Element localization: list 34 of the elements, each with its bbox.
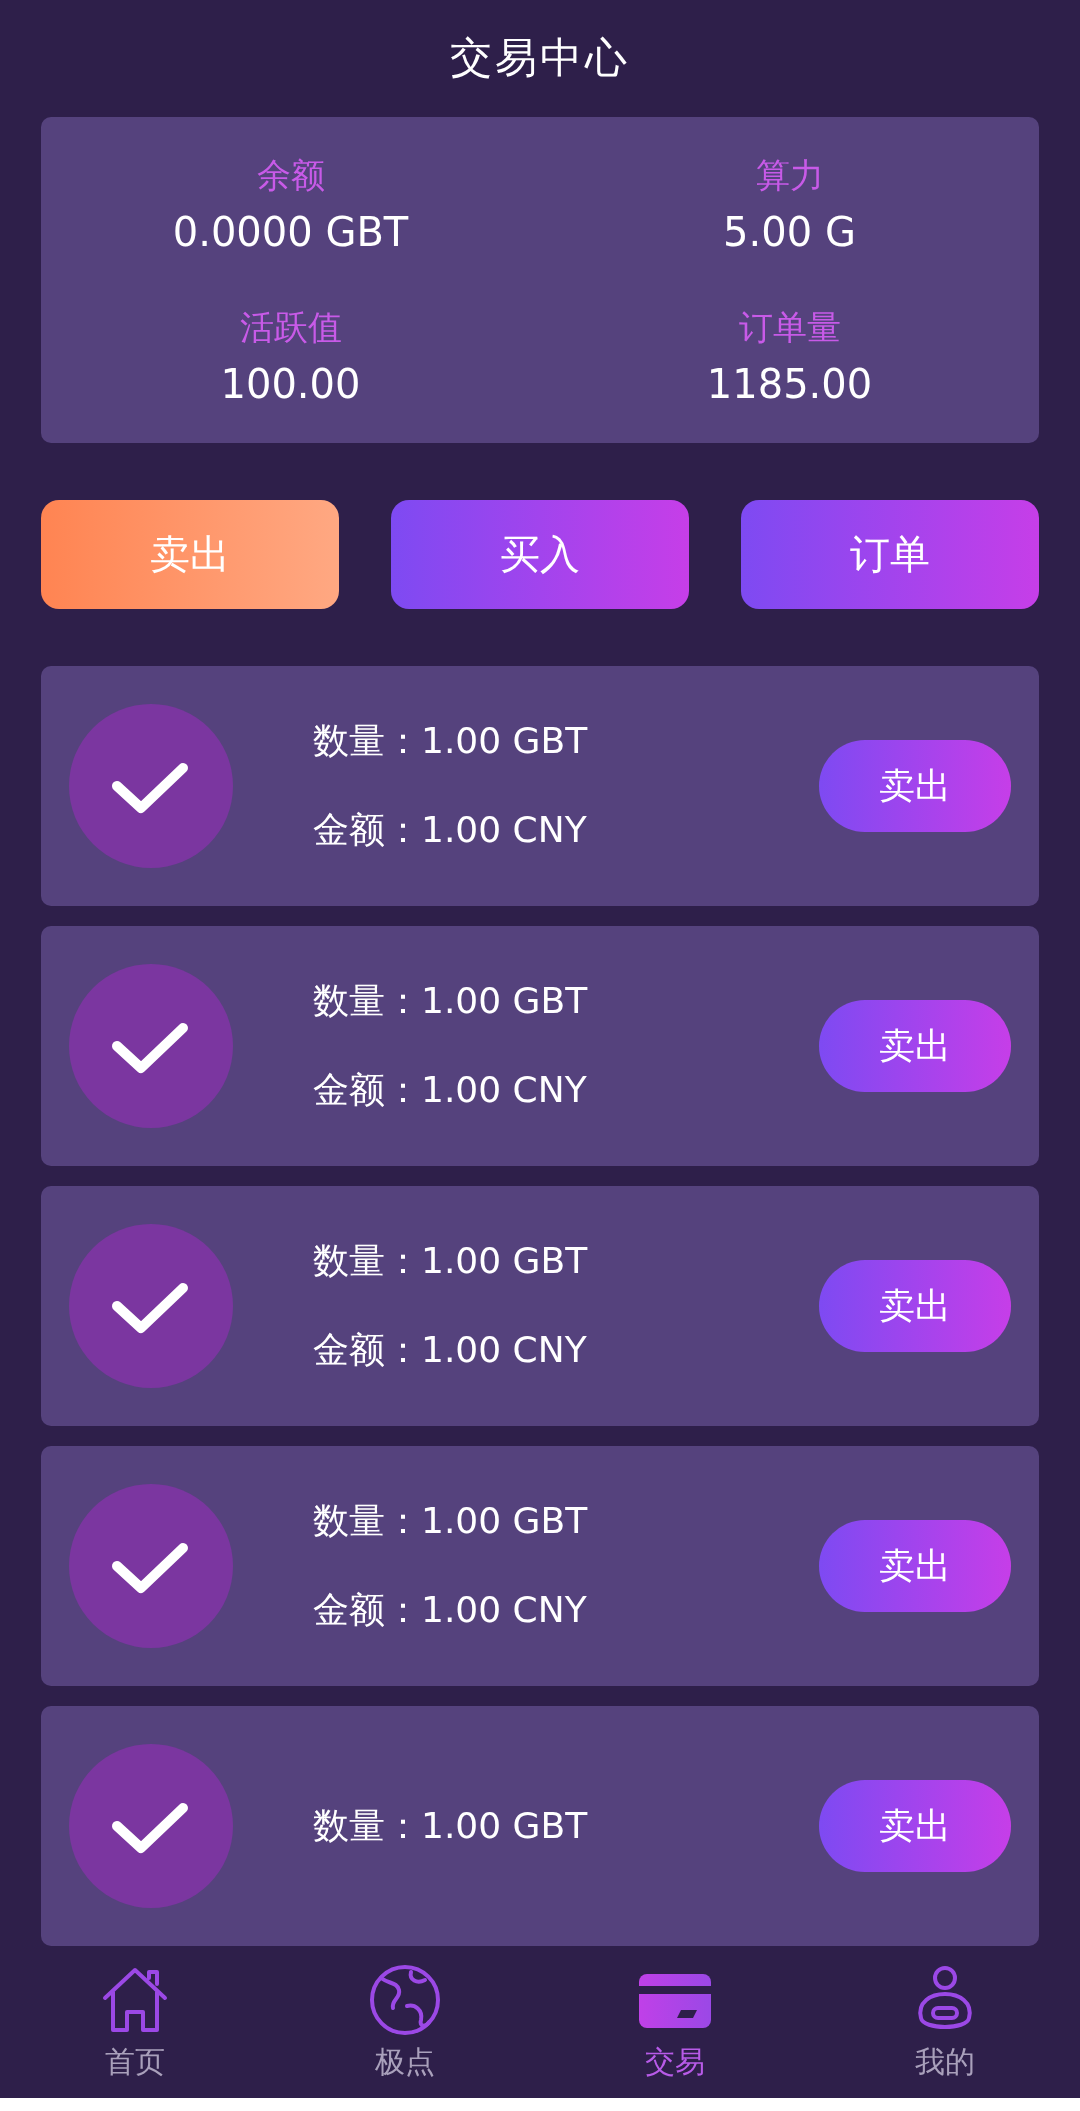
- quantity-text: 数量：1.00 GBT: [313, 1803, 589, 1848]
- tab-item[interactable]: 首页: [0, 1946, 270, 2098]
- stat-value: 5.00 G: [723, 208, 856, 255]
- stat-value: 1185.00: [706, 360, 873, 407]
- check-icon: [69, 1744, 233, 1908]
- quantity-text: 数量：1.00 GBT: [313, 979, 589, 1023]
- sell-button[interactable]: 卖出: [819, 740, 1011, 832]
- stat-label: 余额: [256, 153, 325, 197]
- tab-item[interactable]: 极点: [270, 1946, 540, 2098]
- quantity-text: 数量：1.00 GBT: [313, 719, 589, 763]
- quantity-text: 数量：1.00 GBT: [313, 1499, 589, 1543]
- amount-text: 金额：1.00 CNY: [313, 1588, 588, 1632]
- amount-text: 金额：1.00 CNY: [313, 1328, 588, 1372]
- stat-value: 100.00: [220, 360, 361, 407]
- stat-label: 活跃值: [239, 305, 342, 349]
- sell-button[interactable]: 卖出: [819, 1780, 1011, 1872]
- stat-label: 订单量: [738, 305, 841, 349]
- check-icon: [69, 1484, 233, 1648]
- check-icon: [69, 964, 233, 1128]
- check-icon: [69, 704, 233, 868]
- amount-text: 金额：1.00 CNY: [313, 808, 588, 852]
- quantity-text: 数量：1.00 GBT: [313, 1239, 589, 1283]
- orders-button[interactable]: 订单: [741, 500, 1039, 609]
- amount-text: 金额：1.00 CNY: [313, 1068, 588, 1112]
- buy-button[interactable]: 买入: [391, 500, 689, 609]
- sell-button[interactable]: 卖出: [819, 1260, 1011, 1352]
- stat-label: 算力: [755, 153, 824, 197]
- sell-button[interactable]: 卖出: [819, 1520, 1011, 1612]
- check-icon: [69, 1224, 233, 1388]
- stat-value: 0.0000 GBT: [172, 208, 409, 255]
- tab-item[interactable]: 我的: [810, 1946, 1080, 2098]
- page-title: 交易中心: [449, 32, 631, 85]
- tab-item[interactable]: 交易: [540, 1946, 810, 2098]
- sell-button[interactable]: 卖出: [819, 1000, 1011, 1092]
